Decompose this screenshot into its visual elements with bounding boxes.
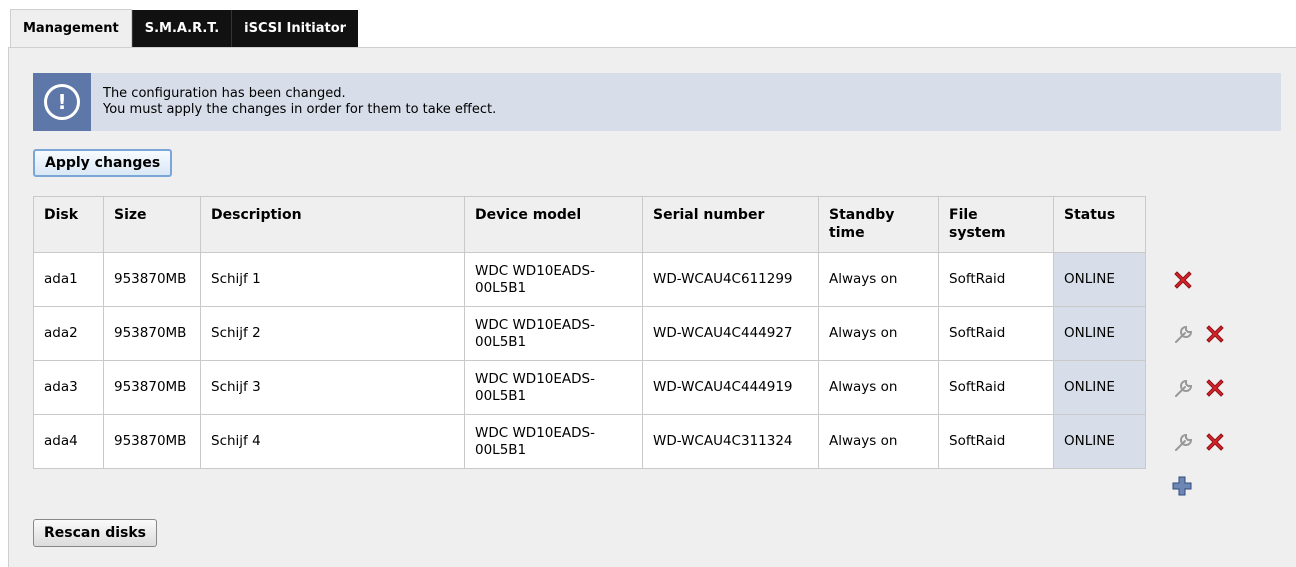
cell-disk: ada3 [33, 360, 104, 415]
header-device-model: Device model [464, 196, 643, 253]
cell-serial-number: WD-WCAU4C611299 [642, 252, 819, 307]
table-row[interactable]: ada2 953870MB Schijf 2 WDC WD10EADS-00L5… [33, 306, 1146, 361]
cell-standby-time: Always on [818, 252, 939, 307]
cell-description: Schijf 3 [200, 360, 465, 415]
wrench-icon[interactable] [1171, 321, 1197, 347]
cell-file-system: SoftRaid [938, 306, 1054, 361]
cell-device-model: WDC WD10EADS-00L5B1 [464, 360, 643, 415]
disk-table: Disk Size Description Device model Seria… [33, 196, 1146, 469]
cell-disk: ada2 [33, 306, 104, 361]
cell-serial-number: WD-WCAU4C444927 [642, 306, 819, 361]
header-serial-number: Serial number [642, 196, 819, 253]
row-actions-ada3 [1171, 361, 1241, 415]
wrench-icon[interactable] [1171, 375, 1197, 401]
tab-management[interactable]: Management [10, 9, 132, 47]
cell-serial-number: WD-WCAU4C311324 [642, 414, 819, 469]
delete-icon[interactable] [1203, 322, 1227, 346]
config-changed-notice: ! The configuration has been changed. Yo… [33, 73, 1281, 131]
cell-size: 953870MB [103, 414, 201, 469]
cell-standby-time: Always on [818, 360, 939, 415]
cell-file-system: SoftRaid [938, 252, 1054, 307]
cell-standby-time: Always on [818, 306, 939, 361]
cell-size: 953870MB [103, 252, 201, 307]
cell-device-model: WDC WD10EADS-00L5B1 [464, 252, 643, 307]
cell-description: Schijf 1 [200, 252, 465, 307]
content-panel: ! The configuration has been changed. Yo… [8, 47, 1296, 567]
cell-serial-number: WD-WCAU4C444919 [642, 360, 819, 415]
delete-icon[interactable] [1171, 268, 1195, 292]
apply-changes-button[interactable]: Apply changes [33, 149, 173, 177]
notice-line-2: You must apply the changes in order for … [103, 102, 497, 117]
row-actions-ada2 [1171, 307, 1241, 361]
table-row[interactable]: ada3 953870MB Schijf 3 WDC WD10EADS-00L5… [33, 360, 1146, 415]
tab-bar: Management S.M.A.R.T. iSCSI Initiator [10, 9, 359, 47]
tab-smart[interactable]: S.M.A.R.T. [131, 10, 232, 47]
wrench-icon[interactable] [1171, 429, 1197, 455]
cell-device-model: WDC WD10EADS-00L5B1 [464, 414, 643, 469]
header-file-system: File system [938, 196, 1054, 253]
table-row[interactable]: ada4 953870MB Schijf 4 WDC WD10EADS-00L5… [33, 414, 1146, 469]
notice-text: The configuration has been changed. You … [91, 86, 496, 118]
delete-icon[interactable] [1203, 376, 1227, 400]
cell-file-system: SoftRaid [938, 414, 1054, 469]
cell-description: Schijf 2 [200, 306, 465, 361]
cell-status: ONLINE [1053, 360, 1146, 415]
header-disk: Disk [33, 196, 104, 253]
delete-icon[interactable] [1203, 430, 1227, 454]
notice-line-1: The configuration has been changed. [103, 86, 346, 101]
cell-size: 953870MB [103, 360, 201, 415]
cell-status: ONLINE [1053, 306, 1146, 361]
add-icon[interactable] [1171, 475, 1193, 497]
notice-icon-box: ! [33, 73, 91, 131]
row-actions-ada1 [1171, 253, 1241, 307]
table-row[interactable]: ada1 953870MB Schijf 1 WDC WD10EADS-00L5… [33, 252, 1146, 307]
cell-size: 953870MB [103, 306, 201, 361]
header-description: Description [200, 196, 465, 253]
cell-description: Schijf 4 [200, 414, 465, 469]
header-standby-time: Standby time [818, 196, 939, 253]
cell-disk: ada4 [33, 414, 104, 469]
cell-file-system: SoftRaid [938, 360, 1054, 415]
rescan-disks-button[interactable]: Rescan disks [33, 519, 157, 547]
cell-status: ONLINE [1053, 414, 1146, 469]
row-actions-ada4 [1171, 415, 1241, 469]
cell-standby-time: Always on [818, 414, 939, 469]
cell-disk: ada1 [33, 252, 104, 307]
exclamation-icon: ! [44, 84, 80, 120]
header-size: Size [103, 196, 201, 253]
tab-iscsi-initiator[interactable]: iSCSI Initiator [231, 10, 359, 47]
cell-status: ONLINE [1053, 252, 1146, 307]
header-status: Status [1053, 196, 1146, 253]
table-header-row: Disk Size Description Device model Seria… [33, 196, 1146, 253]
cell-device-model: WDC WD10EADS-00L5B1 [464, 306, 643, 361]
